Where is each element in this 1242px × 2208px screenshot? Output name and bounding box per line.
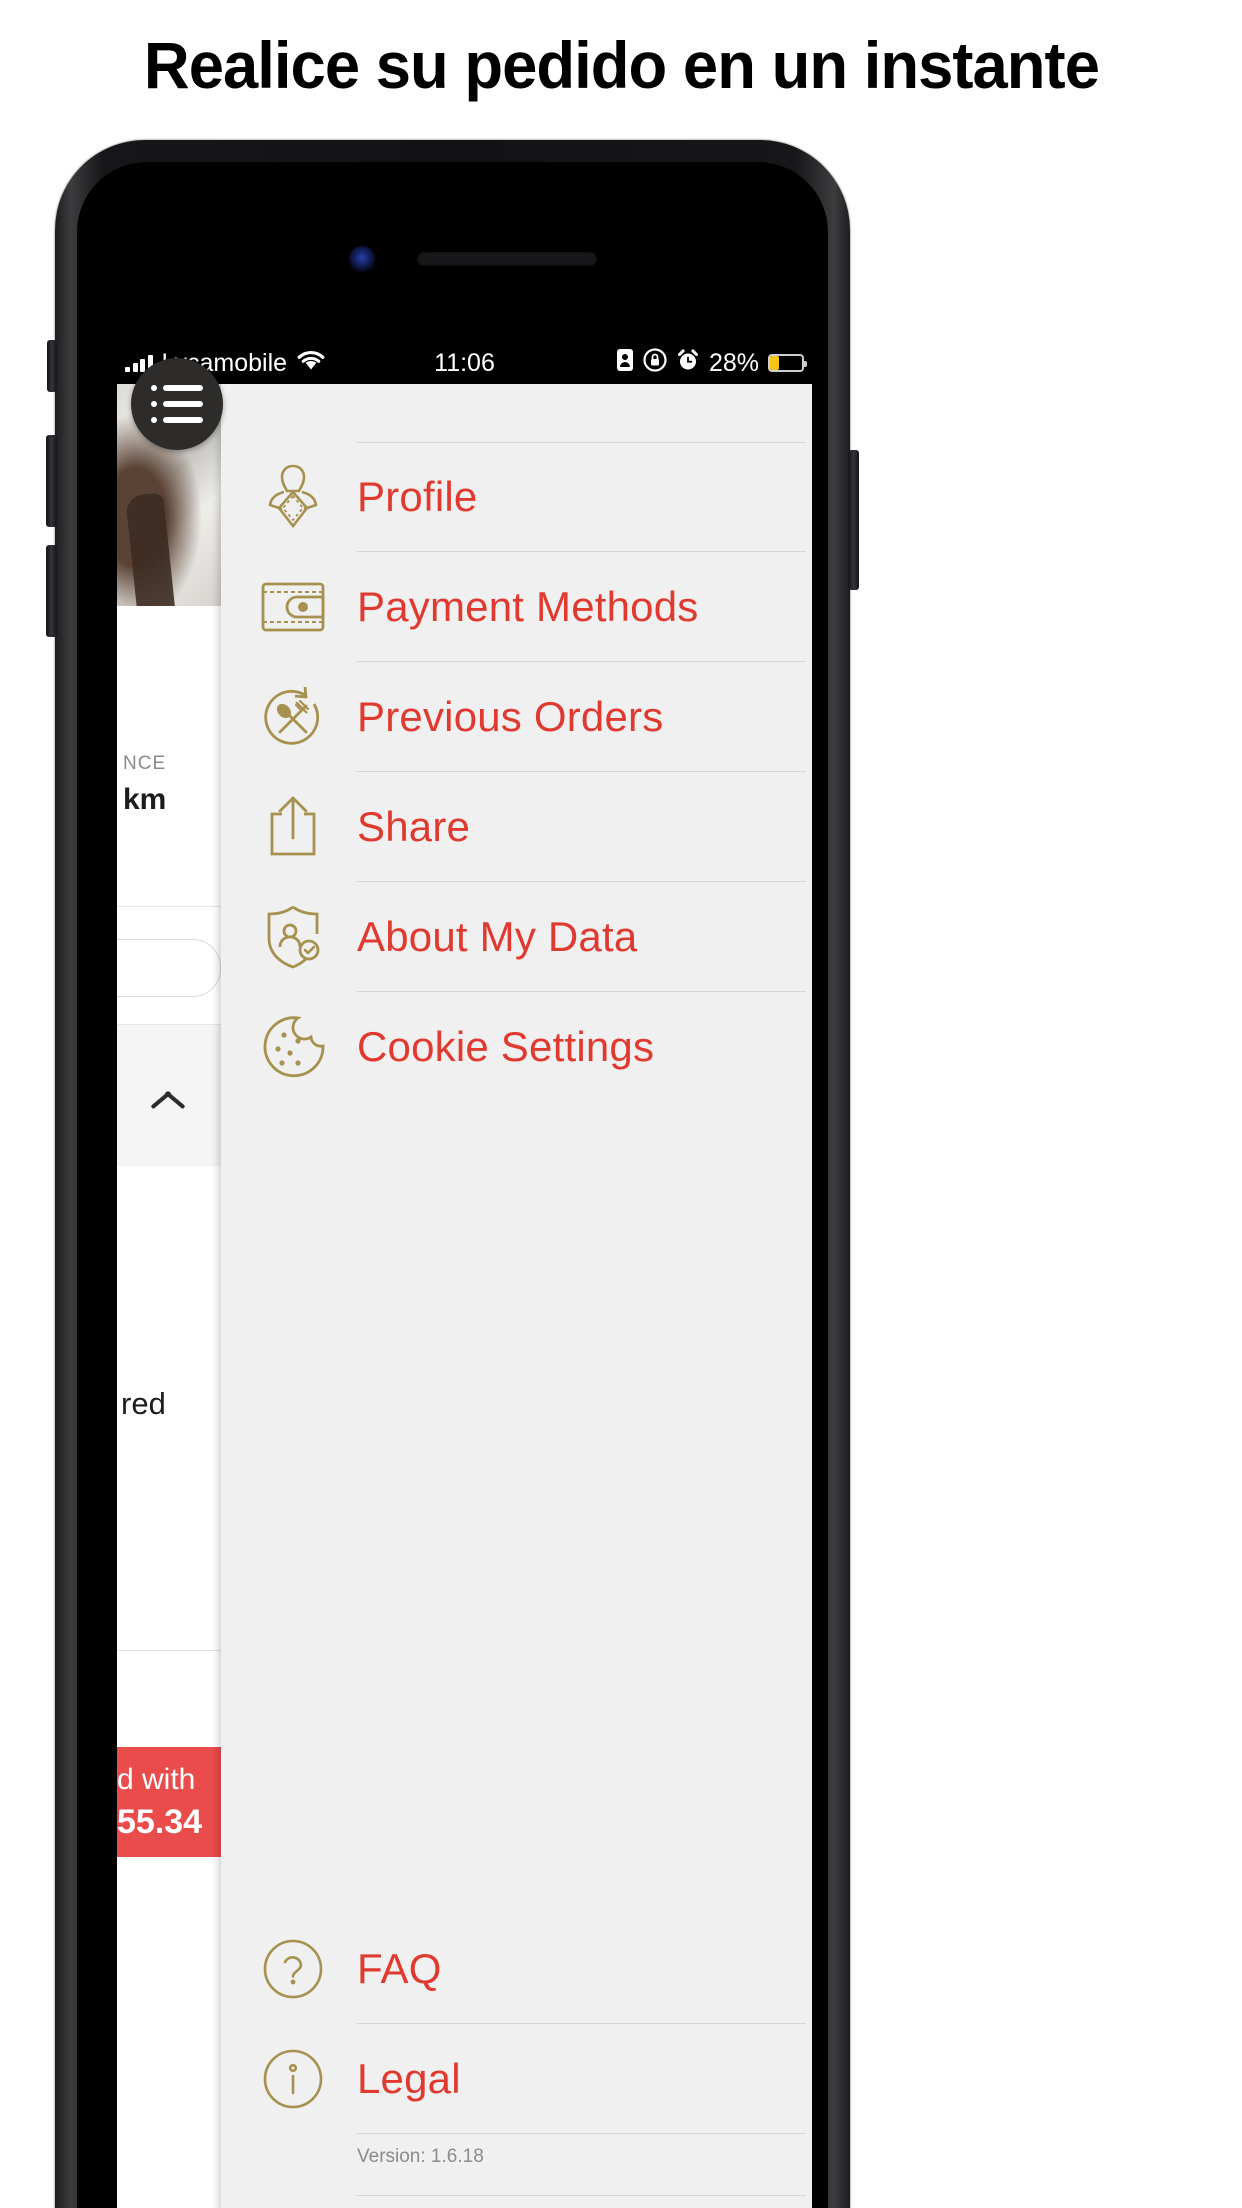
shield-person-check-icon xyxy=(245,903,341,971)
menu-item-faq[interactable]: FAQ xyxy=(221,1914,812,2024)
menu-item-share[interactable]: Share xyxy=(221,772,812,882)
menu-item-profile[interactable]: Profile xyxy=(221,442,812,552)
headline-text: Realice su pedido en un instante xyxy=(143,28,1099,102)
phone-screen: Lycamobile 11:06 28% NCE km red d with 5… xyxy=(117,342,812,2208)
battery-icon xyxy=(768,354,807,372)
contact-card-icon xyxy=(616,348,634,379)
drawer-secondary-menu: FAQ Legal Version: 1.6.18 xyxy=(221,1914,812,2196)
hamburger-menu-button[interactable] xyxy=(131,358,223,450)
volume-up-button[interactable] xyxy=(46,435,57,527)
chevron-up-icon[interactable] xyxy=(155,1084,183,1112)
version-row: Version: 1.6.18 xyxy=(221,2134,812,2196)
filter-pill-button[interactable] xyxy=(117,939,221,997)
menu-item-label: Profile xyxy=(357,473,478,520)
alarm-clock-icon xyxy=(676,348,700,379)
list-section-2 xyxy=(117,1651,221,1747)
power-button[interactable] xyxy=(848,450,859,590)
menu-item-label: About My Data xyxy=(357,913,638,960)
menu-item-payment-methods[interactable]: Payment Methods xyxy=(221,552,812,662)
mute-switch[interactable] xyxy=(47,340,57,392)
menu-item-label: Legal xyxy=(357,2055,461,2102)
question-circle-icon xyxy=(245,1937,341,2001)
banner-total: 55.34 xyxy=(117,1803,203,1841)
rotation-lock-icon xyxy=(643,347,667,379)
rated-text: red xyxy=(121,1386,166,1421)
menu-item-legal[interactable]: Legal xyxy=(221,2024,812,2134)
battery-percent: 28% xyxy=(708,348,759,377)
status-bar: Lycamobile 11:06 28% xyxy=(117,342,812,384)
distance-label: NCE xyxy=(123,753,167,774)
phone-mockup: Lycamobile 11:06 28% NCE km red d with 5… xyxy=(46,140,859,2208)
profile-person-icon xyxy=(245,462,341,532)
status-bar-right: 28% xyxy=(616,347,807,379)
front-camera-icon xyxy=(349,246,375,272)
menu-item-label: Previous Orders xyxy=(357,693,664,740)
phone-bezel: Lycamobile 11:06 28% NCE km red d with 5… xyxy=(77,162,828,2208)
share-icon xyxy=(245,794,341,860)
version-text: Version: 1.6.18 xyxy=(357,2146,484,2167)
earpiece-speaker xyxy=(417,252,597,266)
menu-item-cookie-settings[interactable]: Cookie Settings xyxy=(221,992,812,1102)
menu-item-previous-orders[interactable]: Previous Orders xyxy=(221,662,812,772)
banner-line-1: d with xyxy=(117,1763,196,1796)
volume-down-button[interactable] xyxy=(46,545,57,637)
menu-item-label: FAQ xyxy=(357,1945,442,1992)
wallet-icon xyxy=(245,578,341,636)
order-total-banner[interactable]: d with 55.34 xyxy=(117,1747,221,1857)
distance-value: km xyxy=(123,783,167,816)
side-drawer: Profile Payment Methods Previous Orders … xyxy=(221,384,812,2208)
hamburger-menu-icon xyxy=(151,385,203,423)
drawer-primary-menu: Profile Payment Methods Previous Orders … xyxy=(221,442,812,1102)
info-circle-icon xyxy=(245,2047,341,2111)
menu-item-label: Share xyxy=(357,803,471,850)
cutlery-refresh-icon xyxy=(245,684,341,750)
menu-item-about-my-data[interactable]: About My Data xyxy=(221,882,812,992)
cookie-icon xyxy=(245,1015,341,1079)
menu-item-label: Payment Methods xyxy=(357,583,699,630)
menu-item-label: Cookie Settings xyxy=(357,1023,655,1070)
page-headline: Realice su pedido en un instante xyxy=(0,0,1242,130)
